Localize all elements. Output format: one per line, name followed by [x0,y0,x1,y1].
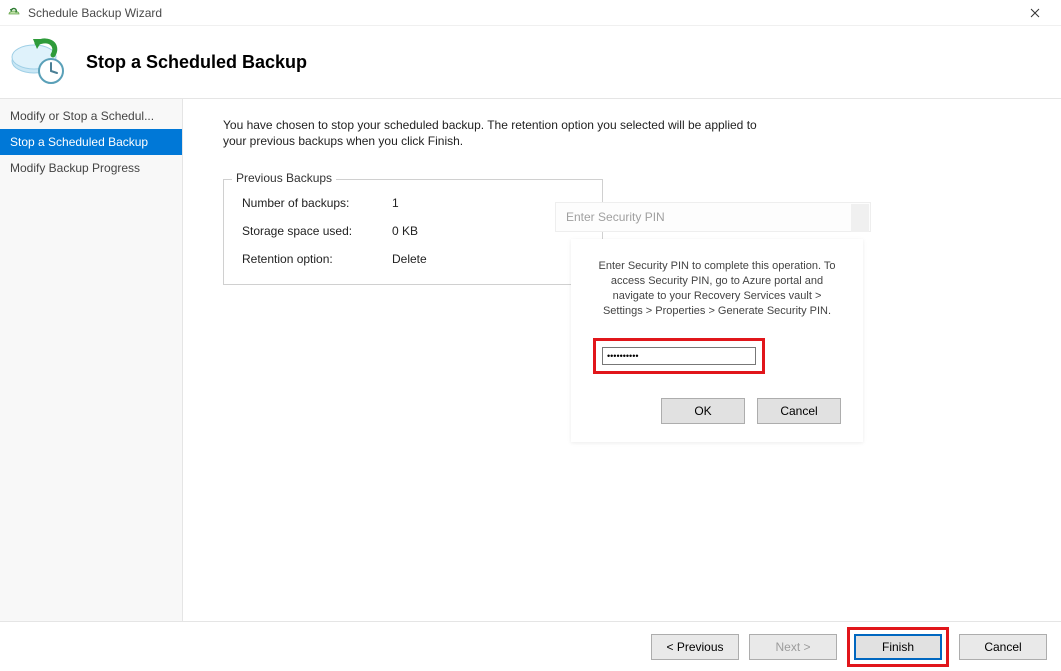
previous-backups-group: Previous Backups Number of backups: 1 St… [223,179,603,285]
security-pin-input-highlight [593,338,765,374]
retention-option-value: Delete [392,252,427,266]
wizard-footer: < Previous Next > Finish Cancel [0,621,1061,671]
security-pin-placeholder-text: Enter Security PIN [566,210,665,224]
intro-text: You have chosen to stop your scheduled b… [223,117,783,149]
finish-button[interactable]: Finish [854,634,942,660]
security-pin-placeholder-button [851,204,869,232]
security-pin-dialog: Enter Security PIN to complete this oper… [571,239,863,442]
storage-used-label: Storage space used: [242,224,392,238]
close-button[interactable] [1015,0,1055,26]
security-pin-placeholder: Enter Security PIN [555,202,871,232]
wizard-header: Stop a Scheduled Backup [0,26,1061,98]
sidebar-item-stop-scheduled[interactable]: Stop a Scheduled Backup [0,129,182,155]
app-icon [6,5,22,21]
titlebar: Schedule Backup Wizard [0,0,1061,26]
page-title: Stop a Scheduled Backup [86,52,307,73]
window-title: Schedule Backup Wizard [28,6,1015,20]
retention-option-label: Retention option: [242,252,392,266]
wizard-steps-sidebar: Modify or Stop a Schedul... Stop a Sched… [0,99,183,621]
security-pin-input[interactable] [602,347,756,365]
wizard-body: Modify or Stop a Schedul... Stop a Sched… [0,98,1061,621]
backups-count-value: 1 [392,196,399,210]
backup-icon [8,34,68,90]
cancel-button[interactable]: Cancel [959,634,1047,660]
backups-count-label: Number of backups: [242,196,392,210]
security-pin-message: Enter Security PIN to complete this oper… [593,259,841,318]
wizard-content: You have chosen to stop your scheduled b… [183,99,1061,621]
pin-ok-button[interactable]: OK [661,398,745,424]
groupbox-legend: Previous Backups [232,171,336,185]
finish-button-highlight: Finish [847,627,949,667]
sidebar-item-modify-or-stop[interactable]: Modify or Stop a Schedul... [0,103,182,129]
sidebar-item-modify-progress[interactable]: Modify Backup Progress [0,155,182,181]
pin-cancel-button[interactable]: Cancel [757,398,841,424]
storage-used-value: 0 KB [392,224,418,238]
previous-button[interactable]: < Previous [651,634,739,660]
next-button: Next > [749,634,837,660]
